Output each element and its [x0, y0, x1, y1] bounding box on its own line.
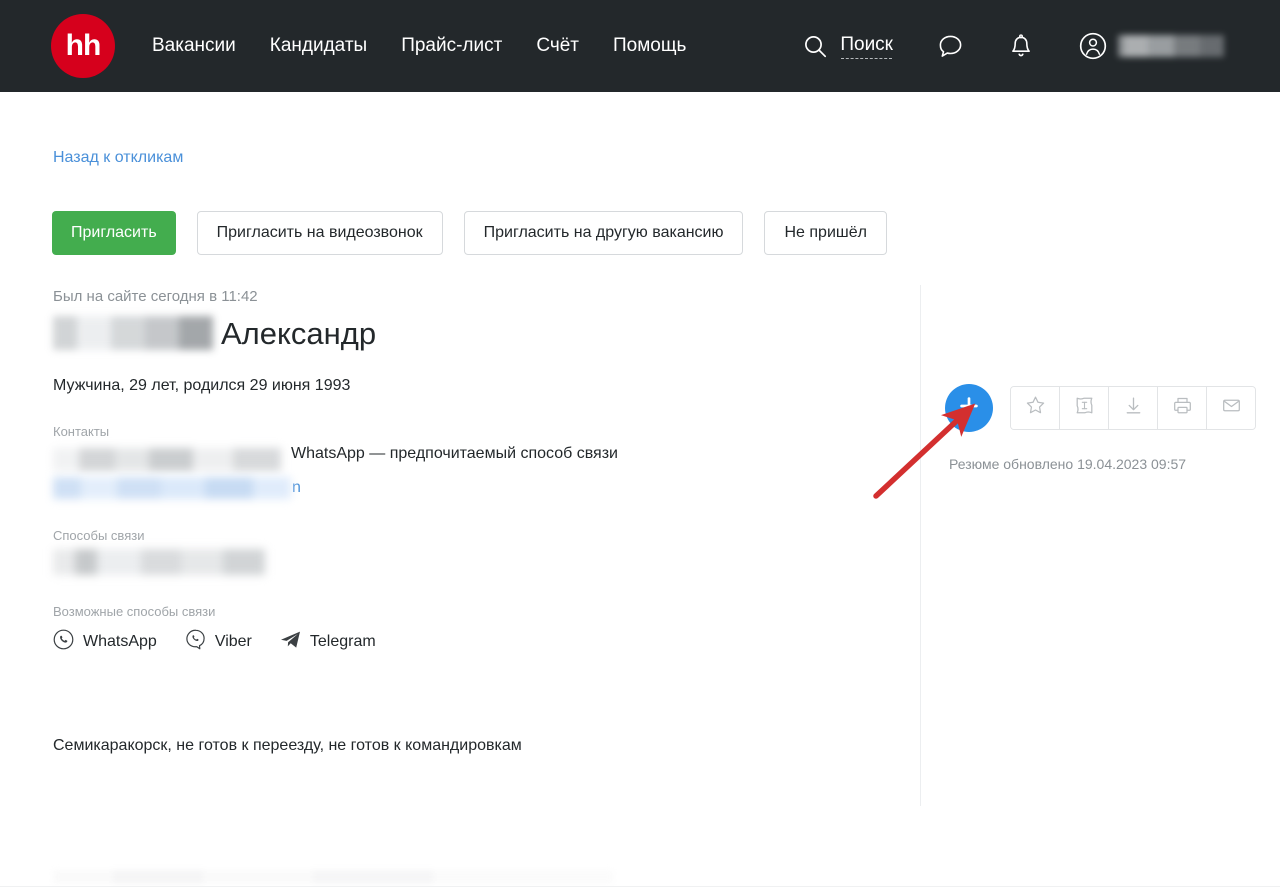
- last-seen-text: Был на сайте сегодня в 11:42: [53, 288, 258, 305]
- search-icon: [803, 34, 828, 59]
- invite-videocall-button[interactable]: Пригласить на видеозвонок: [196, 211, 443, 255]
- tag-label-button[interactable]: [1060, 387, 1109, 429]
- possible-methods-label: Возможные способы связи: [53, 604, 216, 619]
- phone-row: WhatsApp — предпочитаемый способ связи: [53, 445, 893, 471]
- print-icon: [1172, 395, 1193, 421]
- messenger-list: WhatsApp Viber Telegram: [53, 629, 893, 655]
- back-to-responses-link[interactable]: Назад к откликам: [53, 149, 183, 167]
- user-avatar-icon: [1078, 31, 1108, 61]
- messenger-whatsapp[interactable]: WhatsApp: [53, 629, 157, 655]
- download-icon: [1123, 395, 1144, 421]
- candidate-first-name: Александр: [221, 315, 377, 351]
- invite-button[interactable]: Пригласить: [52, 211, 176, 255]
- vertical-divider: [920, 285, 921, 806]
- candidate-name-row: Александр: [53, 311, 893, 355]
- nav-item-account[interactable]: Счёт: [536, 35, 579, 57]
- add-to-folder-button[interactable]: [945, 384, 993, 432]
- top-navigation-bar: hh Вакансии Кандидаты Прайс-лист Счёт По…: [0, 0, 1280, 92]
- nav-item-help[interactable]: Помощь: [613, 35, 686, 57]
- contact-methods-label: Способы связи: [53, 528, 145, 543]
- main-nav: Вакансии Кандидаты Прайс-лист Счёт Помощ…: [152, 35, 686, 57]
- favorite-star-icon: [1025, 395, 1046, 421]
- resume-tools-bar: [1010, 386, 1256, 430]
- email-envelope-icon: [1221, 395, 1242, 421]
- page-content: Назад к откликам Пригласить Пригласить н…: [0, 92, 1280, 887]
- page-bottom-redacted: [53, 870, 613, 884]
- messenger-viber[interactable]: Viber: [185, 629, 252, 655]
- download-button[interactable]: [1109, 387, 1158, 429]
- print-button[interactable]: [1158, 387, 1207, 429]
- header-actions: Поиск: [803, 0, 1224, 92]
- viber-icon: [185, 629, 206, 655]
- hh-logo-text: hh: [65, 29, 102, 62]
- hh-logo[interactable]: hh: [51, 14, 115, 78]
- messenger-telegram-label: Telegram: [309, 633, 376, 650]
- resume-updated-text: Резюме обновлено 19.04.2023 09:57: [949, 456, 1187, 472]
- telegram-icon: [280, 630, 301, 654]
- chat-bubble-icon[interactable]: [937, 33, 964, 60]
- candidate-email-visible-tail[interactable]: n: [292, 479, 301, 497]
- nav-item-vacancies[interactable]: Вакансии: [152, 35, 236, 57]
- user-menu-button[interactable]: [1078, 31, 1224, 61]
- candidate-phone-redacted: [53, 448, 281, 471]
- candidate-details: Был на сайте сегодня в 11:42 Александр М…: [53, 288, 893, 655]
- username-redacted: [1118, 35, 1224, 57]
- candidate-surname-redacted: [53, 316, 213, 350]
- notification-bell-icon[interactable]: [1008, 33, 1034, 60]
- plus-icon: [957, 394, 981, 423]
- whatsapp-icon: [53, 629, 74, 655]
- nav-item-pricelist[interactable]: Прайс-лист: [401, 35, 502, 57]
- email-button[interactable]: [1207, 387, 1255, 429]
- search-button[interactable]: Поиск: [803, 34, 893, 59]
- candidate-action-buttons: Пригласить Пригласить на видеозвонок При…: [52, 211, 887, 255]
- favorite-star-button[interactable]: [1011, 387, 1060, 429]
- invite-other-vacancy-button[interactable]: Пригласить на другую вакансию: [463, 211, 744, 255]
- candidate-email-redacted[interactable]: [53, 477, 291, 499]
- candidate-bio: Мужчина, 29 лет, родился 29 июня 1993: [53, 377, 351, 394]
- messenger-viber-label: Viber: [214, 633, 252, 650]
- preferred-contact-note: WhatsApp — предпочитаемый способ связи: [291, 445, 618, 462]
- email-row: n: [53, 477, 893, 499]
- tag-label-icon: [1074, 395, 1095, 421]
- nav-item-candidates[interactable]: Кандидаты: [270, 35, 367, 57]
- messenger-whatsapp-label: WhatsApp: [83, 633, 157, 650]
- contacts-section-label: Контакты: [53, 424, 110, 439]
- no-show-button[interactable]: Не пришёл: [764, 211, 887, 255]
- candidate-location: Семикаракорск, не готов к переезду, не г…: [53, 737, 522, 754]
- contact-method-redacted: [53, 549, 265, 575]
- search-label: Поиск: [840, 34, 893, 59]
- messenger-telegram[interactable]: Telegram: [280, 630, 376, 654]
